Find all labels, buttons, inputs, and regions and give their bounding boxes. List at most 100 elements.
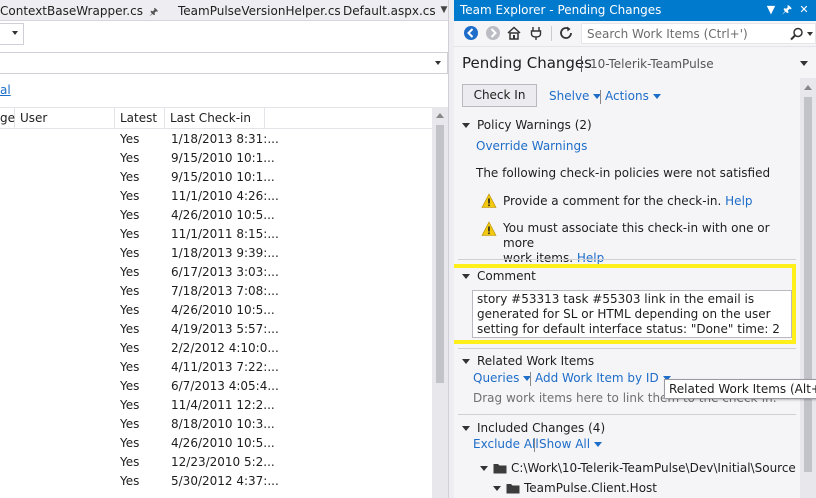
policy-warnings-header[interactable]: Policy Warnings (2)	[462, 118, 592, 132]
policy-description: The following check-in policies were not…	[476, 166, 771, 180]
table-row[interactable]: Yes 2/2/2012 4:10:0...	[0, 339, 432, 358]
forward-icon[interactable]	[485, 25, 501, 41]
search-icon[interactable]	[789, 27, 805, 41]
search-work-items-input[interactable]: Search Work Items (Ctrl+')	[581, 23, 816, 44]
column-header-last-checkin[interactable]: Last Check-in	[165, 108, 265, 129]
table-row[interactable]: Yes 8/18/2010 10:3...	[0, 415, 432, 434]
table-row[interactable]: Yes 11/1/2010 4:26:...	[0, 187, 432, 206]
table-row[interactable]: Yes 4/26/2010 10:5...	[0, 206, 432, 225]
actions-button[interactable]: Actions	[605, 89, 661, 103]
comment-title: Comment	[477, 269, 536, 283]
table-row[interactable]: Yes 4/26/2010 10:5...	[0, 301, 432, 320]
project-name: 10-Telerik-TeamPulse	[590, 57, 714, 71]
team-explorer-scrollbar[interactable]	[800, 78, 816, 498]
check-in-button[interactable]: Check In	[462, 84, 537, 107]
scroll-thumb[interactable]	[436, 125, 444, 383]
policy-warning-text-cont: work items.	[503, 251, 574, 265]
page-menu-chevron-icon[interactable]	[800, 61, 808, 66]
latest-cell: Yes	[120, 208, 140, 222]
table-row[interactable]: Yes 9/15/2010 10:1...	[0, 168, 432, 187]
project-combo[interactable]	[0, 23, 24, 45]
last-checkin-cell: 2/2/2012 4:10:0...	[171, 341, 279, 355]
search-placeholder: Search Work Items (Ctrl+')	[587, 27, 748, 41]
table-row[interactable]: Yes 4/11/2013 7:22:...	[0, 358, 432, 377]
tree-node-client-host[interactable]: TeamPulse.Client.Host	[493, 481, 657, 495]
home-icon[interactable]	[506, 25, 522, 41]
close-icon[interactable]: ✕	[796, 2, 812, 18]
show-all-button[interactable]: Show All	[539, 437, 603, 451]
section-divider	[458, 414, 796, 415]
refresh-icon[interactable]	[558, 25, 574, 41]
table-row[interactable]: Yes 6/7/2013 4:05:4...	[0, 377, 432, 396]
override-warnings-link[interactable]: Override Warnings	[476, 139, 587, 153]
pin-icon[interactable]: 🖈	[149, 5, 158, 21]
table-row[interactable]: Yes 7/18/2013 7:08:...	[0, 282, 432, 301]
window-position-icon[interactable]: ▼	[763, 2, 779, 18]
queries-button[interactable]: Queries	[473, 371, 532, 385]
chevron-down-icon	[435, 61, 441, 65]
policy-warning-text: Provide a comment for the check-in.	[503, 194, 722, 208]
table-row[interactable]: Yes 9/15/2010 10:1...	[0, 149, 432, 168]
collapse-icon	[462, 274, 470, 279]
table-row[interactable]: Yes 5/30/2012 4:37:...	[0, 472, 432, 491]
tab-teampulse-version-helper[interactable]: TeamPulseVersionHelper.cs	[178, 3, 341, 19]
table-row[interactable]: Yes 11/1/2011 8:15:...	[0, 225, 432, 244]
exclude-all-link[interactable]: Exclude All	[473, 437, 539, 451]
queries-label: Queries	[473, 371, 520, 385]
help-link[interactable]: Help	[577, 251, 604, 265]
history-grid: ge User Latest Last Check-in Yes 1/18/201…	[0, 107, 432, 498]
grid-header: ge User Latest Last Check-in	[0, 107, 432, 129]
comment-header[interactable]: Comment	[462, 269, 536, 283]
collapse-icon	[462, 359, 470, 364]
pin-icon[interactable]: 🖈	[779, 2, 795, 18]
latest-cell: Yes	[120, 246, 140, 260]
section-divider	[458, 259, 796, 260]
included-changes-header[interactable]: Included Changes (4)	[462, 421, 605, 435]
action-separator	[530, 372, 531, 386]
table-row[interactable]: Yes 6/17/2013 3:03:...	[0, 263, 432, 282]
column-header-change[interactable]: ge	[0, 108, 15, 129]
related-work-items-header[interactable]: Related Work Items	[462, 354, 594, 368]
table-row[interactable]: Yes 11/4/2011 12:2...	[0, 396, 432, 415]
grid-rows: Yes 1/18/2013 8:31:... Yes 9/15/2010 10:1..…	[0, 130, 432, 491]
column-header-latest[interactable]: Latest	[115, 108, 165, 129]
latest-cell: Yes	[120, 398, 140, 412]
scroll-up-icon[interactable]	[804, 85, 812, 90]
comment-textarea[interactable]: story #53313 task #55303 link in the ema…	[472, 290, 792, 338]
table-row[interactable]: Yes 4/19/2013 5:57:...	[0, 320, 432, 339]
expand-collapse-icon[interactable]	[480, 466, 488, 471]
action-separator	[600, 90, 601, 104]
tab-default-aspx[interactable]: Default.aspx.cs	[343, 3, 436, 19]
back-icon[interactable]	[463, 25, 479, 41]
shelve-label: Shelve	[549, 89, 590, 103]
latest-cell: Yes	[120, 322, 140, 336]
tab-context-base-wrapper[interactable]: ContextBaseWrapper.cs 🖈	[0, 3, 158, 19]
connect-icon[interactable]	[528, 25, 544, 41]
table-row[interactable]: Yes 1/18/2013 9:39:...	[0, 244, 432, 263]
team-explorer-toolbar: Search Work Items (Ctrl+')	[454, 21, 816, 47]
table-row[interactable]: Yes 12/23/2010 5:2...	[0, 453, 432, 472]
filter-combo[interactable]	[0, 52, 448, 74]
expand-collapse-icon[interactable]	[493, 486, 501, 491]
scroll-thumb[interactable]	[804, 97, 812, 472]
tab-label: TeamPulseVersionHelper.cs	[178, 4, 341, 18]
tree-node-source-folder[interactable]: C:\Work\10-Telerik-TeamPulse\Dev\Initial…	[480, 461, 796, 475]
grid-scrollbar[interactable]	[432, 107, 448, 498]
partial-link[interactable]: al	[0, 83, 11, 97]
chevron-down-icon	[594, 442, 603, 447]
scroll-up-icon[interactable]	[436, 113, 444, 118]
shelve-button[interactable]: Shelve	[549, 89, 602, 103]
latest-cell: Yes	[120, 170, 140, 184]
table-row[interactable]: Yes 4/26/2010 10:5...	[0, 434, 432, 453]
last-checkin-cell: 6/17/2013 3:03:...	[171, 265, 279, 279]
search-options-chevron-icon[interactable]	[807, 32, 813, 36]
add-work-item-by-id-button[interactable]: Add Work Item by ID	[535, 371, 671, 385]
latest-cell: Yes	[120, 303, 140, 317]
team-explorer-pane: Team Explorer - Pending Changes ▼ 🖈 ✕ Se…	[454, 0, 816, 498]
column-header-user[interactable]: User	[15, 108, 115, 129]
last-checkin-cell: 11/1/2011 8:15:...	[171, 227, 279, 241]
latest-cell: Yes	[120, 474, 140, 488]
table-row[interactable]: Yes 1/18/2013 8:31:...	[0, 130, 432, 149]
last-checkin-cell: 4/26/2010 10:5...	[171, 303, 275, 317]
help-link[interactable]: Help	[725, 194, 752, 208]
